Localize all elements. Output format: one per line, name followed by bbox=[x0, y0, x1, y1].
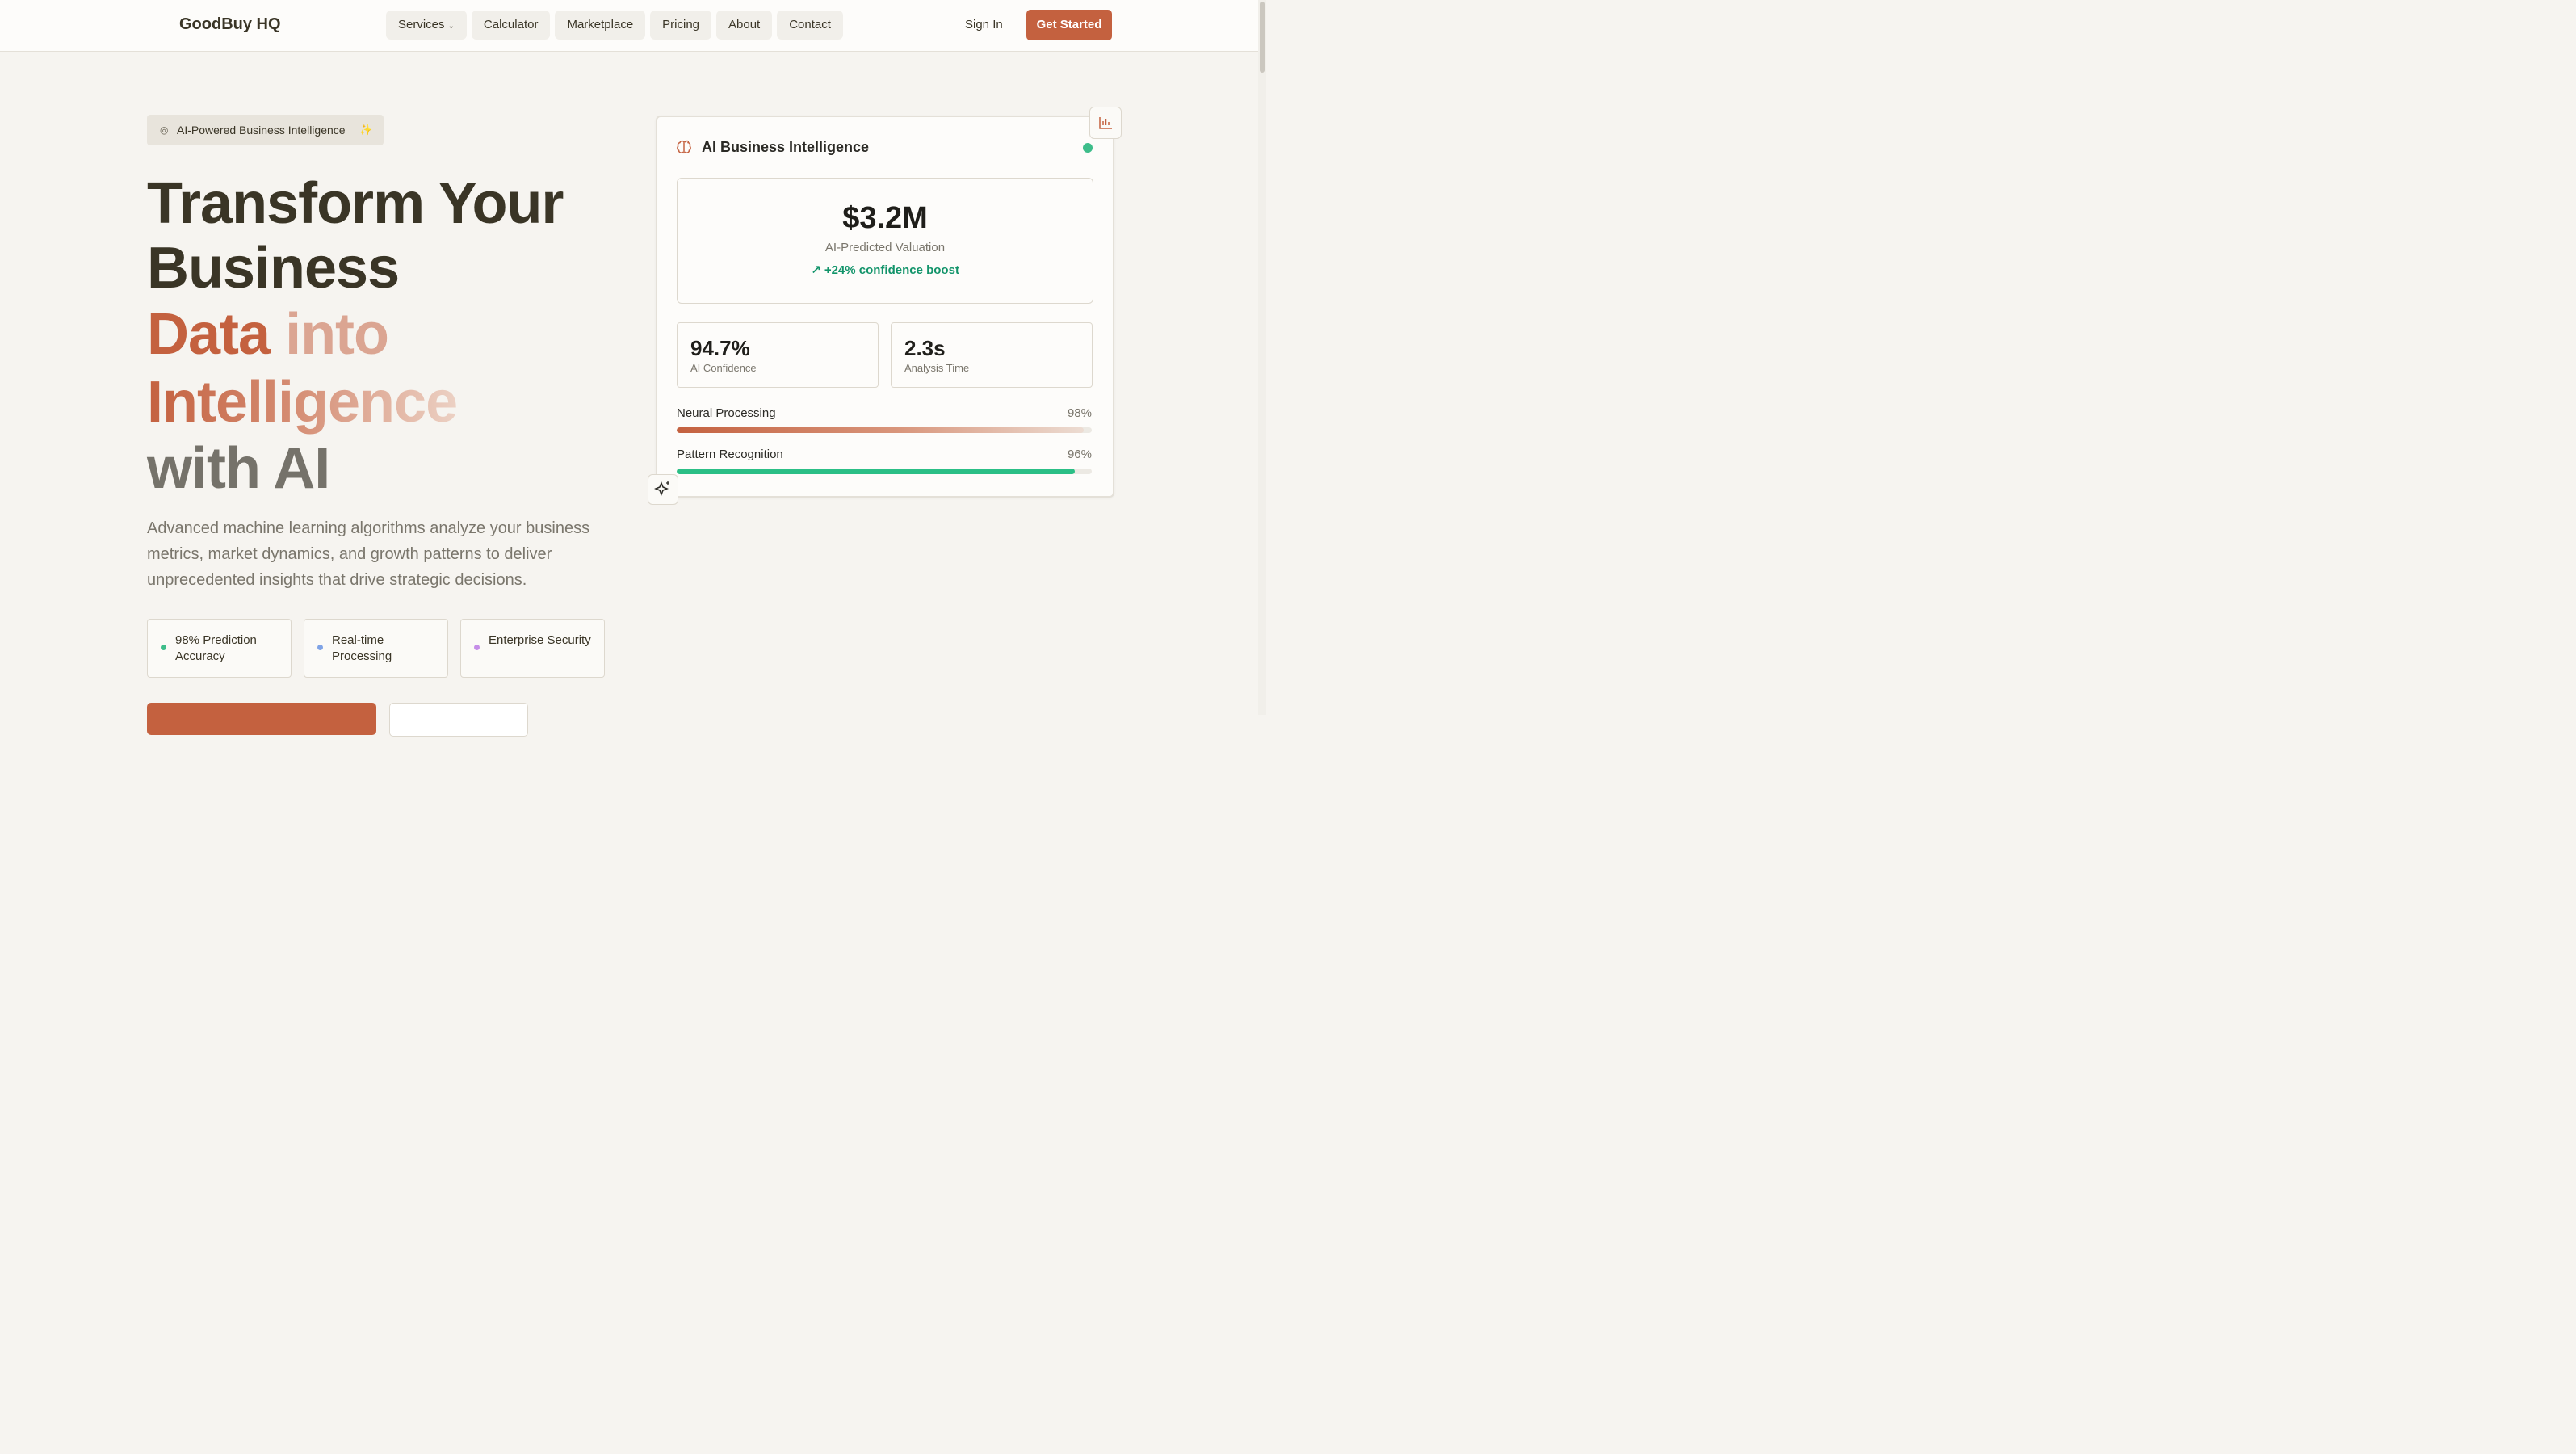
stat-analysis-time: 2.3s Analysis Time bbox=[891, 322, 1093, 388]
bar-chart-icon bbox=[1099, 117, 1112, 129]
secondary-cta-button[interactable] bbox=[389, 703, 528, 737]
headline-line-3: Data into bbox=[147, 302, 389, 367]
feature-label: 98% Prediction Accuracy bbox=[175, 633, 257, 663]
nav-contact[interactable]: Contact bbox=[777, 11, 843, 40]
sign-in-link[interactable]: Sign In bbox=[965, 18, 1003, 32]
headline-into: into bbox=[285, 302, 389, 367]
hero-badge: ◎ AI-Powered Business Intelligence ✨ bbox=[147, 115, 384, 145]
trending-up-icon: ↗ bbox=[811, 263, 821, 277]
sparkles-icon: ✨ bbox=[359, 124, 373, 136]
hero-badge-label: AI-Powered Business Intelligence bbox=[177, 124, 346, 137]
headline-line-4: Intelligence bbox=[147, 370, 458, 435]
confidence-boost-text: +24% confidence boost bbox=[824, 263, 959, 277]
progress-label: Neural Processing bbox=[677, 406, 776, 420]
progress-percent: 98% bbox=[1067, 406, 1092, 420]
hero-subtitle: Advanced machine learning algorithms ana… bbox=[147, 519, 590, 589]
chart-icon-button[interactable] bbox=[1089, 107, 1122, 139]
ai-intelligence-card: AI Business Intelligence $3.2M AI-Predic… bbox=[656, 116, 1114, 498]
headline-line-1: Transform Your bbox=[147, 171, 564, 236]
progress-fill bbox=[677, 427, 1084, 433]
stat-value: 94.7% bbox=[690, 336, 750, 360]
nav-pricing[interactable]: Pricing bbox=[650, 11, 712, 40]
feature-label: Real-time Processing bbox=[332, 633, 392, 663]
brain-icon bbox=[677, 140, 691, 154]
nav-marketplace[interactable]: Marketplace bbox=[555, 11, 646, 40]
status-dot bbox=[317, 645, 323, 650]
card-title: AI Business Intelligence bbox=[702, 139, 870, 155]
feature-prediction-accuracy: 98% Prediction Accuracy bbox=[147, 619, 292, 678]
brain-icon: ◎ bbox=[160, 124, 169, 136]
nav-calculator[interactable]: Calculator bbox=[471, 11, 551, 40]
progress-fill bbox=[677, 469, 1076, 474]
feature-label: Enterprise Security bbox=[489, 633, 591, 647]
progress-track bbox=[677, 469, 1092, 474]
progress-percent: 96% bbox=[1067, 448, 1092, 461]
primary-cta-button[interactable] bbox=[147, 703, 376, 735]
online-status-dot bbox=[1083, 143, 1093, 153]
headline-line-5: with AI bbox=[147, 436, 330, 501]
sparkles-icon-button[interactable] bbox=[648, 474, 678, 505]
get-started-button[interactable]: Get Started bbox=[1026, 10, 1112, 40]
page-scrollbar[interactable] bbox=[1258, 0, 1266, 715]
nav-links: Services ⌄ Calculator Marketplace Pricing… bbox=[386, 11, 843, 40]
status-dot bbox=[161, 645, 166, 650]
valuation-panel: $3.2M AI-Predicted Valuation ↗ +24% conf… bbox=[677, 178, 1093, 304]
nav-services-label: Services bbox=[398, 18, 445, 32]
stat-ai-confidence: 94.7% AI Confidence bbox=[677, 322, 879, 388]
headline-line-2: Business bbox=[147, 236, 400, 300]
top-navbar: GoodBuy HQ Services ⌄ Calculator Marketpl… bbox=[0, 0, 1258, 52]
headline-data: Data bbox=[147, 302, 286, 367]
nav-services[interactable]: Services ⌄ bbox=[386, 11, 467, 40]
nav-about[interactable]: About bbox=[716, 11, 773, 40]
confidence-boost: ↗ +24% confidence boost bbox=[678, 263, 1093, 277]
progress-track bbox=[677, 427, 1092, 433]
progress-label: Pattern Recognition bbox=[677, 448, 783, 461]
scrollbar-thumb[interactable] bbox=[1260, 2, 1265, 73]
stat-label: AI Confidence bbox=[690, 362, 757, 374]
valuation-label: AI-Predicted Valuation bbox=[824, 241, 946, 254]
valuation-value: $3.2M bbox=[842, 201, 928, 235]
brand-logo[interactable]: GoodBuy HQ bbox=[179, 15, 281, 34]
chevron-down-icon: ⌄ bbox=[447, 22, 455, 31]
feature-enterprise-security: Enterprise Security bbox=[460, 619, 605, 678]
feature-realtime-processing: Real-time Processing bbox=[304, 619, 448, 678]
stat-value: 2.3s bbox=[904, 336, 946, 360]
status-dot bbox=[474, 645, 480, 650]
stat-label: Analysis Time bbox=[904, 362, 970, 374]
sparkles-icon bbox=[653, 481, 669, 497]
